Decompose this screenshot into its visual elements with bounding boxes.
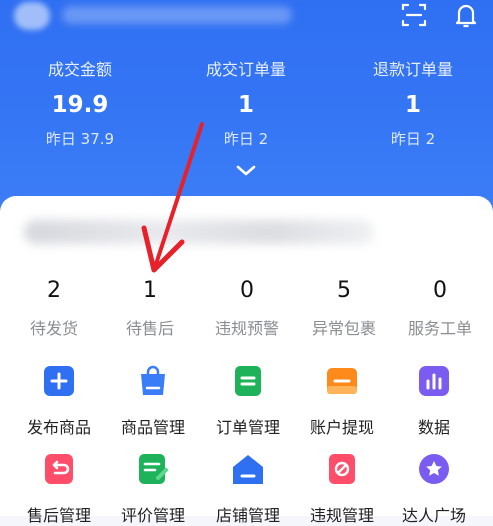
tool-data[interactable]: 数据 xyxy=(385,364,483,438)
order-label: 待售后 xyxy=(125,319,174,338)
bell-icon[interactable] xyxy=(451,0,481,30)
avatar[interactable] xyxy=(14,2,50,30)
stat-yesterday: 昨日 2 xyxy=(223,130,269,148)
tool-label: 账户提现 xyxy=(309,418,374,437)
shop-name-blurred xyxy=(62,6,292,24)
tool-influencer-plaza[interactable]: 达人广场 xyxy=(385,452,483,526)
order-status-service-ticket[interactable]: 0 服务工单 xyxy=(391,278,489,339)
plus-icon xyxy=(44,366,74,396)
review-icon xyxy=(139,454,168,484)
stat-gmv[interactable]: 成交金额 19.9 昨日 37.9 xyxy=(0,56,160,149)
notice-blurred xyxy=(24,220,374,244)
stat-value: 1 xyxy=(404,92,421,118)
scan-icon[interactable] xyxy=(399,0,429,30)
order-status-pending-aftersale[interactable]: 1 待售后 xyxy=(101,278,199,339)
tool-publish-product[interactable]: 发布商品 xyxy=(10,364,108,438)
stat-label: 退款订单量 xyxy=(372,60,453,79)
return-icon xyxy=(45,454,73,484)
tool-label: 数据 xyxy=(417,418,450,437)
order-status-pending-ship[interactable]: 2 待发货 xyxy=(5,278,103,339)
stat-yesterday: 昨日 37.9 xyxy=(45,130,115,148)
tool-label: 评价管理 xyxy=(120,506,185,525)
tool-order-management[interactable]: 订单管理 xyxy=(199,364,297,438)
tool-aftersale-management[interactable]: 售后管理 xyxy=(10,452,108,526)
shopping-bag-icon xyxy=(141,365,165,395)
tool-product-management[interactable]: 商品管理 xyxy=(104,364,202,438)
tool-label: 达人广场 xyxy=(401,506,466,525)
stat-yesterday: 昨日 2 xyxy=(390,130,436,148)
violation-icon xyxy=(329,454,355,484)
tool-label: 商品管理 xyxy=(120,418,185,437)
chevron-down-icon[interactable] xyxy=(234,162,258,178)
tool-label: 订单管理 xyxy=(215,418,280,437)
order-label: 异常包裹 xyxy=(311,319,376,338)
order-count: 2 xyxy=(47,278,61,303)
stat-label: 成交金额 xyxy=(47,60,112,79)
dashboard-header: 成交金额 19.9 昨日 37.9 成交订单量 1 昨日 2 退款订单量 1 昨… xyxy=(0,0,493,225)
star-badge-icon xyxy=(419,454,449,484)
tool-violation-management[interactable]: 违规管理 xyxy=(293,452,391,526)
order-list-icon xyxy=(235,366,261,396)
main-card: 2 待发货 1 待售后 0 违规预警 5 异常包裹 0 服务工单 发布商品 商品… xyxy=(0,196,493,525)
stat-value: 1 xyxy=(237,92,254,118)
order-label: 待发货 xyxy=(29,319,78,338)
tool-label: 售后管理 xyxy=(26,506,91,525)
tool-label: 发布商品 xyxy=(26,418,91,437)
order-status-abnormal-package[interactable]: 5 异常包裹 xyxy=(295,278,393,339)
tool-label: 违规管理 xyxy=(309,506,374,525)
store-icon xyxy=(233,455,263,484)
wallet-icon xyxy=(327,368,357,394)
stat-label: 成交订单量 xyxy=(205,60,286,79)
tool-label: 店铺管理 xyxy=(215,506,280,525)
stat-refunds[interactable]: 退款订单量 1 昨日 2 xyxy=(333,56,493,149)
tool-store-management[interactable]: 店铺管理 xyxy=(199,452,297,526)
order-label: 服务工单 xyxy=(407,319,472,338)
order-count: 0 xyxy=(433,278,447,303)
order-count: 1 xyxy=(143,278,157,303)
stat-value: 19.9 xyxy=(51,92,109,118)
stat-orders[interactable]: 成交订单量 1 昨日 2 xyxy=(166,56,326,149)
order-count: 5 xyxy=(337,278,351,303)
tool-review-management[interactable]: 评价管理 xyxy=(104,452,202,526)
order-label: 违规预警 xyxy=(214,319,279,338)
order-status-violation-warning[interactable]: 0 违规预警 xyxy=(198,278,296,339)
tool-account-withdraw[interactable]: 账户提现 xyxy=(293,364,391,438)
order-count: 0 xyxy=(240,278,254,303)
bar-chart-icon xyxy=(419,366,449,396)
